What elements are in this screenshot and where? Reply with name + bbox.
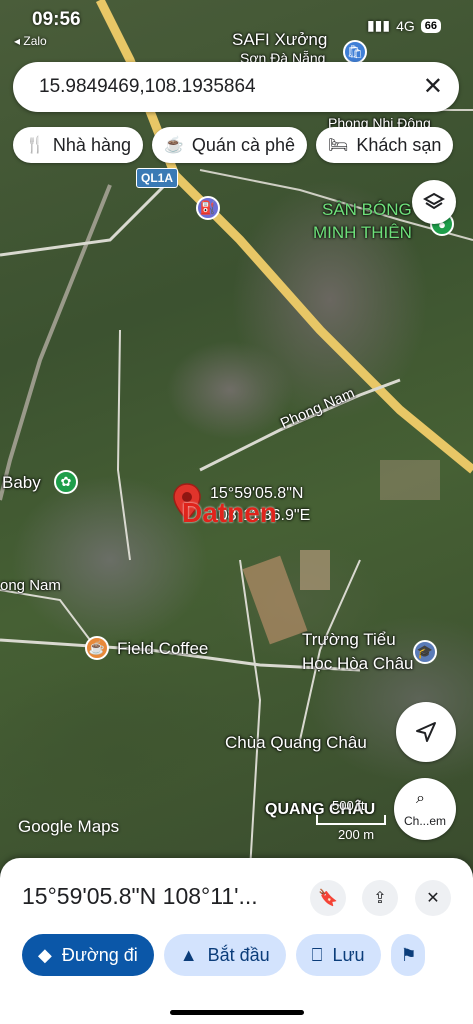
status-time: 09:56 xyxy=(32,9,81,30)
place-bottom-sheet[interactable]: 15°59'05.8"N 108°11'... 🔖 ⇪ ✕ ◆ Đường đi… xyxy=(0,858,473,1024)
scale-bar xyxy=(316,815,386,825)
school-icon[interactable]: 🎓 xyxy=(413,640,437,664)
close-sheet-button[interactable]: ✕ xyxy=(415,880,451,916)
layers-button[interactable] xyxy=(412,180,456,224)
lens-button[interactable]: ⌕ Ch...em xyxy=(394,778,456,840)
navigate-icon: ▲ xyxy=(179,944,198,965)
coffee-icon[interactable]: ☕ xyxy=(85,636,109,660)
share-icon: ⇪ xyxy=(373,890,387,907)
coffee-cup-icon: ☕ xyxy=(164,137,184,154)
scale-ft: 500 ft xyxy=(332,798,365,813)
layers-icon xyxy=(423,192,445,210)
road-shield-ql1a: QL1A xyxy=(136,168,179,188)
close-icon[interactable]: ✕ xyxy=(423,72,443,101)
category-chips: 🍴 Nhà hàng ☕ Quán cà phê 🛏 Khách sạn xyxy=(13,127,454,163)
status-bar: 09:56 ◂ Zalo ▮▮▮ 4G 66 xyxy=(0,0,473,50)
chip-label: Quán cà phê xyxy=(191,134,295,155)
lens-label: Ch...em xyxy=(403,814,446,828)
map-label-chua[interactable]: Chùa Quang Châu xyxy=(225,733,367,753)
chip-cafes[interactable]: ☕ Quán cà phê xyxy=(152,127,307,163)
map-label-phong-nam-west: ong Nam xyxy=(0,577,61,594)
bookmark-icon: ⎕ xyxy=(311,944,323,965)
directions-label: Đường đi xyxy=(61,944,138,965)
flag-icon: ⚑ xyxy=(400,944,417,965)
chip-label: Nhà hàng xyxy=(52,134,131,155)
navigation-arrow-icon xyxy=(416,722,436,742)
map-label-truong-2: Học Hòa Châu xyxy=(302,654,414,673)
share-button[interactable]: ⇪ xyxy=(362,880,398,916)
status-network: ▮▮▮ 4G 66 xyxy=(367,17,441,34)
map-label-minh-thien: MINH THIÊN xyxy=(313,223,412,242)
chip-label: Khách sạn xyxy=(356,134,442,155)
start-button[interactable]: ▲ Bắt đầu xyxy=(163,934,286,976)
battery-level: 66 xyxy=(420,18,441,33)
map-label-san-bong[interactable]: SÂN BÓNG xyxy=(322,200,412,220)
action-buttons: ◆ Đường đi ▲ Bắt đầu ⎕ Lưu ⚑ xyxy=(22,934,425,976)
watermark-datnen: Datnen xyxy=(182,497,277,528)
hotel-icon: 🛏 xyxy=(328,137,349,154)
map-label-field-coffee[interactable]: Field Coffee xyxy=(117,639,208,659)
search-bar[interactable]: 15.9849469,108.1935864 ✕ xyxy=(13,62,459,112)
gas-station-icon[interactable]: ⛽ xyxy=(196,196,220,220)
chip-restaurants[interactable]: 🍴 Nhà hàng xyxy=(13,127,143,163)
map-scale: 500 ft 200 m xyxy=(316,798,386,842)
bookmark-icon: 🔖 xyxy=(318,890,338,907)
back-to-zalo[interactable]: ◂ Zalo xyxy=(14,34,47,48)
network-type: 4G xyxy=(396,17,415,34)
map-label-baby[interactable]: Baby xyxy=(2,473,41,493)
start-label: Bắt đầu xyxy=(207,944,270,965)
close-icon: ✕ xyxy=(426,890,440,907)
baby-store-icon[interactable]: ✿ xyxy=(54,470,78,494)
save-round-button[interactable]: 🔖 xyxy=(310,880,346,916)
home-indicator[interactable] xyxy=(170,1010,304,1015)
my-location-button[interactable] xyxy=(396,702,456,762)
directions-icon: ◆ xyxy=(38,944,52,965)
signal-icon: ▮▮▮ xyxy=(366,17,391,33)
search-input[interactable]: 15.9849469,108.1935864 xyxy=(39,76,256,98)
save-label: Lưu xyxy=(332,944,365,965)
flag-button[interactable]: ⚑ xyxy=(390,934,425,976)
directions-button[interactable]: ◆ Đường đi xyxy=(22,934,154,976)
save-button[interactable]: ⎕ Lưu xyxy=(295,934,381,976)
restaurant-icon: 🍴 xyxy=(25,137,45,154)
map-label-truong-1[interactable]: Trường Tiểu xyxy=(302,630,396,650)
google-maps-logo: Google Maps xyxy=(18,817,120,836)
chip-hotels[interactable]: 🛏 Khách sạn xyxy=(316,127,454,163)
place-coordinate-title: 15°59'05.8"N 108°11'... xyxy=(22,883,258,909)
scale-m: 200 m xyxy=(338,827,375,842)
camera-search-icon: ⌕ xyxy=(416,790,425,807)
